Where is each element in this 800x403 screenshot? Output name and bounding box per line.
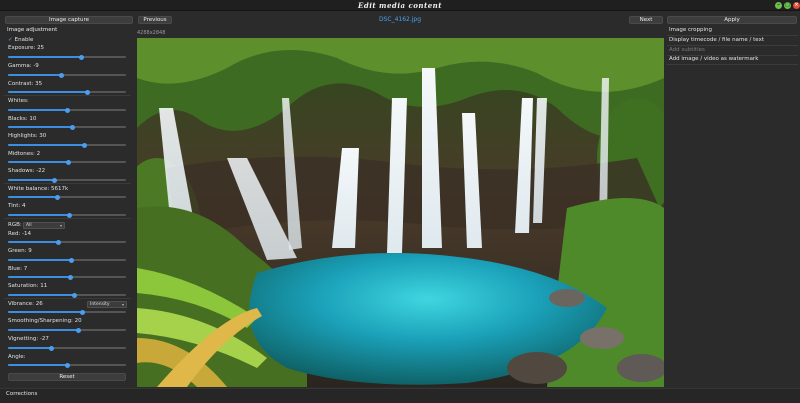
image-cropping-option[interactable]: Image cropping bbox=[669, 27, 712, 33]
slider-knob[interactable] bbox=[71, 292, 77, 298]
slider-knob[interactable] bbox=[68, 274, 74, 280]
chevron-down-icon: ▾ bbox=[121, 302, 124, 307]
status-bar: Corrections bbox=[0, 388, 800, 403]
angle-slider[interactable] bbox=[8, 362, 126, 368]
slider-knob[interactable] bbox=[79, 309, 85, 315]
blacks-label: Blacks: 10 bbox=[8, 116, 37, 122]
red-label: Red: -14 bbox=[8, 231, 32, 237]
green-slider[interactable] bbox=[8, 257, 126, 263]
vignetting-slider[interactable] bbox=[8, 345, 126, 351]
saturation-label: Saturation: 11 bbox=[8, 283, 48, 289]
midtones-slider[interactable] bbox=[8, 159, 126, 165]
tint-slider[interactable] bbox=[8, 212, 126, 218]
gamma-slider[interactable] bbox=[8, 72, 126, 78]
check-icon: ✓ bbox=[8, 37, 13, 43]
chevron-down-icon: ▾ bbox=[59, 223, 62, 228]
rgb-label: RGB: bbox=[8, 222, 22, 228]
slider-knob[interactable] bbox=[69, 257, 75, 263]
image-dimensions: 4288x2848 bbox=[137, 30, 166, 36]
slider-knob[interactable] bbox=[78, 54, 84, 60]
slider-knob[interactable] bbox=[64, 362, 70, 368]
midtones-label: Midtones: 2 bbox=[8, 151, 41, 157]
white-balance-slider[interactable] bbox=[8, 194, 126, 200]
divider bbox=[667, 64, 798, 65]
divider bbox=[667, 45, 798, 46]
enable-checkbox[interactable]: ✓ Enable bbox=[8, 37, 33, 43]
add-subtitles-option[interactable]: Add subtitles bbox=[669, 47, 705, 53]
file-name: DSC_4162.jpg bbox=[378, 16, 422, 23]
slider-knob[interactable] bbox=[65, 159, 71, 165]
highlights-slider[interactable] bbox=[8, 142, 126, 148]
vibrance-select[interactable]: Intensity ▾ bbox=[87, 301, 127, 308]
slider-knob[interactable] bbox=[64, 107, 70, 113]
rgb-select[interactable]: All ▾ bbox=[23, 222, 65, 229]
add-watermark-option[interactable]: Add image / video as watermark bbox=[669, 56, 758, 62]
highlights-label: Highlights: 30 bbox=[8, 133, 47, 139]
divider bbox=[4, 218, 131, 219]
previous-button[interactable]: Previous bbox=[138, 16, 172, 24]
waterfall-photo bbox=[137, 38, 664, 387]
slider-knob[interactable] bbox=[49, 345, 55, 351]
shadows-label: Shadows: -22 bbox=[8, 168, 46, 174]
tint-label: Tint: 4 bbox=[8, 203, 26, 209]
image-capture-button[interactable]: Image capture bbox=[5, 16, 133, 24]
blacks-slider[interactable] bbox=[8, 124, 126, 130]
shadows-slider[interactable] bbox=[8, 177, 126, 183]
smoothing-slider[interactable] bbox=[8, 327, 126, 333]
saturation-slider[interactable] bbox=[8, 292, 126, 298]
smoothing-label: Smoothing/Sharpening: 20 bbox=[8, 318, 82, 324]
divider bbox=[667, 35, 798, 36]
title-bar: Edit media content – □ × bbox=[0, 0, 800, 11]
blue-label: Blue: 7 bbox=[8, 266, 28, 272]
divider bbox=[4, 298, 131, 299]
minimize-icon[interactable]: – bbox=[775, 2, 782, 9]
contrast-slider[interactable] bbox=[8, 89, 126, 95]
apply-button[interactable]: Apply bbox=[667, 16, 797, 24]
slider-knob[interactable] bbox=[51, 177, 57, 183]
maximize-icon[interactable]: □ bbox=[784, 2, 791, 9]
gamma-label: Gamma: -9 bbox=[8, 63, 39, 69]
slider-knob[interactable] bbox=[82, 142, 88, 148]
slider-knob[interactable] bbox=[66, 212, 72, 218]
whites-slider[interactable] bbox=[8, 107, 126, 113]
whites-label: Whites: bbox=[8, 98, 29, 104]
divider bbox=[4, 95, 131, 96]
exposure-label: Exposure: 25 bbox=[8, 45, 45, 51]
window-title: Edit media content bbox=[358, 1, 442, 10]
white-balance-label: White balance: 5617k bbox=[8, 186, 69, 192]
photo-preview[interactable] bbox=[137, 38, 664, 387]
close-icon[interactable]: × bbox=[793, 2, 800, 9]
red-slider[interactable] bbox=[8, 239, 126, 245]
contrast-label: Contrast: 35 bbox=[8, 81, 43, 87]
rgb-select-value: All bbox=[26, 223, 32, 228]
corrections-label[interactable]: Corrections bbox=[6, 391, 37, 397]
exposure-slider[interactable] bbox=[8, 54, 126, 60]
reset-button[interactable]: Reset bbox=[8, 373, 126, 381]
divider bbox=[4, 183, 131, 184]
vibrance-label: Vibrance: 26 bbox=[8, 301, 43, 307]
angle-label: Angle: bbox=[8, 354, 26, 360]
slider-knob[interactable] bbox=[56, 239, 62, 245]
slider-knob[interactable] bbox=[58, 72, 64, 78]
next-button[interactable]: Next bbox=[629, 16, 663, 24]
green-label: Green: 9 bbox=[8, 248, 32, 254]
vignetting-label: Vignetting: -27 bbox=[8, 336, 49, 342]
slider-knob[interactable] bbox=[76, 327, 82, 333]
section-title: Image adjustment bbox=[7, 27, 58, 33]
vibrance-select-value: Intensity bbox=[90, 302, 110, 307]
slider-knob[interactable] bbox=[84, 89, 90, 95]
blue-slider[interactable] bbox=[8, 274, 126, 280]
enable-label: Enable bbox=[14, 37, 34, 43]
display-timecode-option[interactable]: Display timecode / file name / text bbox=[669, 37, 764, 43]
slider-knob[interactable] bbox=[70, 124, 76, 130]
vibrance-slider[interactable] bbox=[8, 309, 126, 315]
slider-knob[interactable] bbox=[55, 194, 61, 200]
